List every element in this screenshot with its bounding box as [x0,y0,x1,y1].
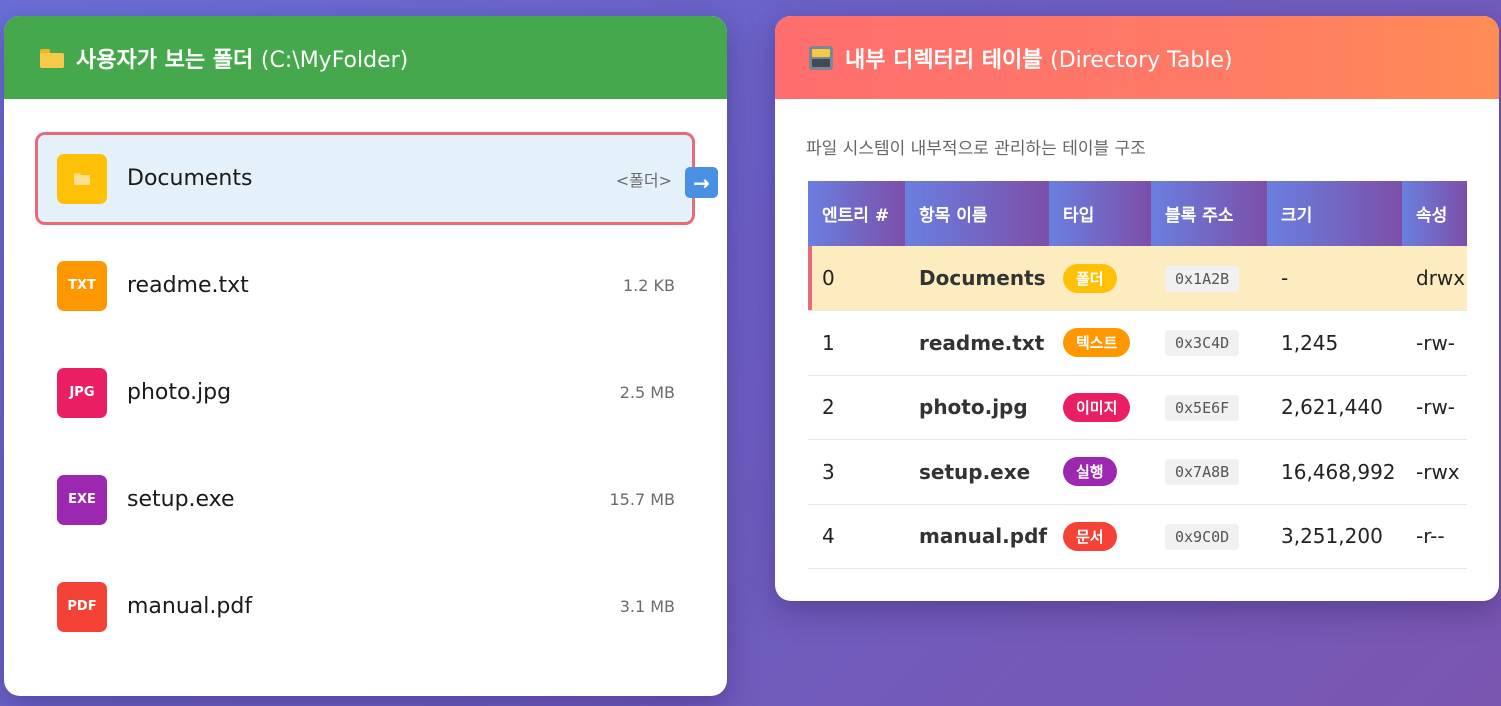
size-cell: 2,621,440 [1267,375,1402,440]
directory-table-panel: 내부 디렉터리 테이블 (Directory Table) 파일 시스템이 내부… [775,16,1499,601]
jpg-file-icon: JPG [57,367,107,418]
arrow-right-icon: → [685,167,718,198]
name-cell: Documents [905,246,1049,311]
attr-cell: drwx [1402,246,1467,311]
block-cell: 0x9C0D [1151,504,1267,569]
column-header-size: 크기 [1267,181,1402,246]
entry-cell: 2 [808,375,905,440]
name-cell: readme.txt [905,310,1049,376]
entry-cell: 1 [808,310,905,376]
name-cell: manual.pdf [905,504,1049,569]
size-cell: 1,245 [1267,310,1402,376]
type-cell: 문서 [1049,504,1151,569]
entry-cell: 3 [808,439,905,505]
panel-title: 사용자가 보는 폴더 [76,47,254,73]
column-header-block: 블록 주소 [1151,181,1267,246]
file-item-readme[interactable]: TXT readme.txt 1.2 KB [35,239,695,332]
file-name: setup.exe [127,487,235,512]
folder-icon [57,153,107,204]
user-folder-title: 사용자가 보는 폴더 (C:\MyFolder) [76,42,408,74]
file-item-setup[interactable]: EXE setup.exe 15.7 MB [35,453,695,546]
exe-file-icon: EXE [57,474,107,525]
panel-title: 내부 디렉터리 테이블 [845,47,1043,73]
directory-table-title: 내부 디렉터리 테이블 (Directory Table) [845,42,1233,74]
column-header-name: 항목 이름 [905,181,1049,246]
table-header-row: 엔트리 # 항목 이름 타입 블록 주소 크기 속성 [808,181,1467,246]
block-address: 0x1A2B [1165,265,1240,292]
file-meta: <폴더> [615,170,672,190]
table-description: 파일 시스템이 내부적으로 관리하는 테이블 구조 [806,139,1146,159]
table-row[interactable]: 0 Documents 폴더 0x1A2B - drwx [808,246,1467,311]
attr-cell: -rwx [1402,439,1467,505]
column-header-entry: 엔트리 # [808,181,905,246]
file-name: readme.txt [127,273,249,298]
file-name: Documents [127,166,253,191]
type-cell: 이미지 [1049,375,1151,440]
type-badge: 문서 [1063,521,1117,551]
entry-cell: 0 [808,246,905,311]
block-address: 0x5E6F [1165,394,1240,421]
txt-file-icon: TXT [57,260,107,311]
file-size: 2.5 MB [619,383,675,402]
file-cabinet-icon [809,45,833,70]
name-cell: photo.jpg [905,375,1049,440]
column-header-attr: 속성 [1402,181,1467,246]
entry-cell: 4 [808,504,905,569]
size-cell: 3,251,200 [1267,504,1402,569]
type-badge: 폴더 [1063,263,1117,293]
file-size: 3.1 MB [619,597,675,616]
attr-cell: -rw- [1402,375,1467,440]
file-item-documents[interactable]: Documents <폴더> → [35,132,718,225]
file-item-photo[interactable]: JPG photo.jpg 2.5 MB [35,346,695,439]
file-size: 1.2 KB [623,276,675,295]
table-row[interactable]: 3 setup.exe 실행 0x7A8B 16,468,992 -rwx [808,439,1467,505]
table-row[interactable]: 4 manual.pdf 문서 0x9C0D 3,251,200 -r-- [808,504,1467,569]
type-badge: 텍스트 [1063,328,1131,358]
column-header-type: 타입 [1049,181,1151,246]
block-cell: 0x3C4D [1151,310,1267,376]
directory-table: 엔트리 # 항목 이름 타입 블록 주소 크기 속성 0 Documents 폴… [808,181,1467,569]
user-folder-header: 사용자가 보는 폴더 (C:\MyFolder) [4,16,727,99]
folder-icon [38,46,66,70]
file-size: 15.7 MB [609,490,676,509]
pdf-file-icon: PDF [57,581,107,632]
name-cell: setup.exe [905,439,1049,505]
file-name: photo.jpg [127,380,232,405]
size-cell: 16,468,992 [1267,439,1402,505]
attr-cell: -rw- [1402,310,1467,376]
block-cell: 0x5E6F [1151,375,1267,440]
panel-subtitle: (Directory Table) [1050,47,1233,73]
attr-cell: -r-- [1402,504,1467,569]
type-cell: 텍스트 [1049,310,1151,376]
folder-path: (C:\MyFolder) [260,47,409,73]
block-address: 0x9C0D [1165,523,1240,550]
file-name: manual.pdf [127,594,253,619]
user-folder-panel: 사용자가 보는 폴더 (C:\MyFolder) Documents <폴더> … [4,16,727,696]
directory-table-header: 내부 디렉터리 테이블 (Directory Table) [775,16,1499,99]
file-item-manual[interactable]: PDF manual.pdf 3.1 MB [35,560,695,653]
type-badge: 실행 [1063,457,1117,487]
type-badge: 이미지 [1063,392,1131,422]
block-cell: 0x7A8B [1151,439,1267,505]
block-cell: 0x1A2B [1151,246,1267,311]
size-cell: - [1267,246,1402,311]
block-address: 0x3C4D [1165,330,1240,357]
table-row[interactable]: 1 readme.txt 텍스트 0x3C4D 1,245 -rw- [808,310,1467,376]
block-address: 0x7A8B [1165,459,1240,486]
type-cell: 실행 [1049,439,1151,505]
type-cell: 폴더 [1049,246,1151,311]
table-row[interactable]: 2 photo.jpg 이미지 0x5E6F 2,621,440 -rw- [808,375,1467,440]
